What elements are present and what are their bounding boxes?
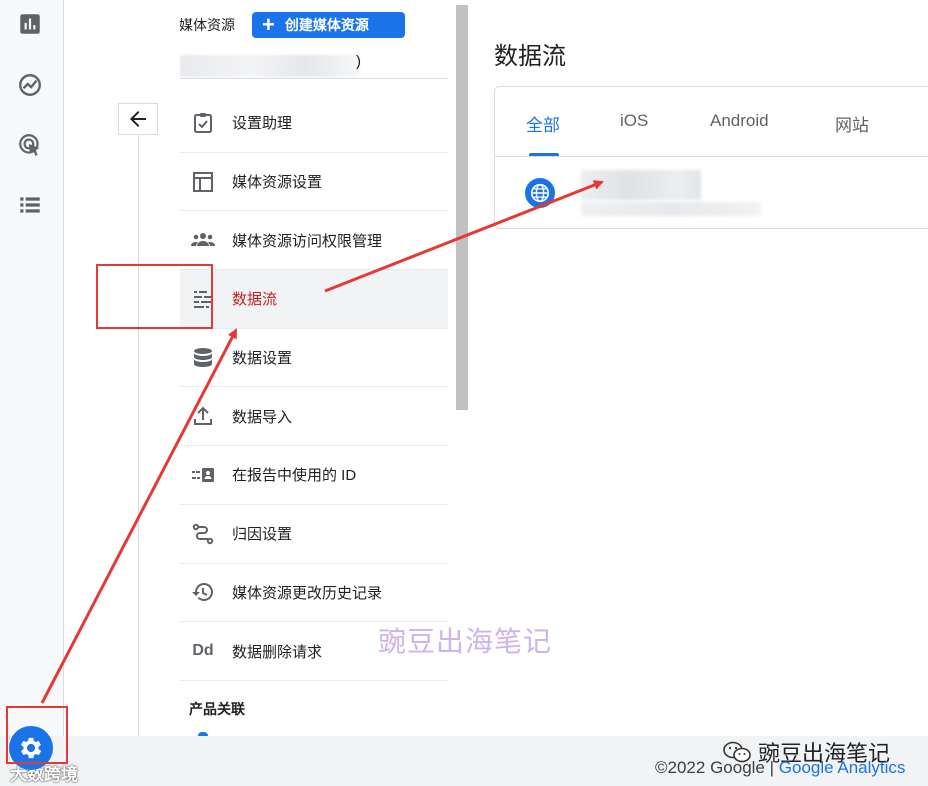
setup-assistant-icon [190, 110, 216, 136]
copyright-text: ©2022 Google [655, 758, 765, 777]
menu-item-data-import[interactable]: 数据导入 [180, 387, 448, 447]
menu-item-label: 数据设置 [232, 350, 293, 368]
tab-web[interactable]: 网站 [835, 111, 869, 136]
property-name-redacted[interactable] [180, 55, 360, 77]
copyright-separator: | [769, 758, 775, 777]
dd-icon: Dd [192, 642, 214, 660]
menu-item-data-streams[interactable]: 数据流 [180, 270, 448, 329]
menu-item-access-management[interactable]: 媒体资源访问权限管理 [180, 211, 448, 271]
attribution-icon [190, 521, 216, 547]
reporting-identity-icon [190, 462, 216, 488]
menu-item-data-settings[interactable]: 数据设置 [180, 329, 448, 388]
watermark: 豌豆出海笔记 [378, 626, 553, 657]
menu-item-change-history[interactable]: 媒体资源更改历史记录 [180, 564, 448, 623]
tab-android[interactable]: Android [710, 111, 769, 131]
stream-id-redacted [581, 202, 761, 216]
stream-name-redacted [581, 170, 701, 200]
globe-icon [525, 178, 555, 208]
divider [180, 78, 448, 79]
tree-line [138, 135, 139, 736]
menu-item-label: 归因设置 [232, 526, 293, 544]
menu-item-label: 在报告中使用的 ID [232, 467, 357, 485]
property-name-tail: ) [356, 53, 361, 70]
streams-card: 全部 iOS Android 网站 [494, 86, 928, 229]
copyright: ©2022 Google | Google Analytics [655, 758, 905, 778]
page-title: 数据流 [494, 43, 566, 70]
advertising-icon[interactable] [14, 129, 46, 161]
annotation-frame-admin [6, 706, 68, 764]
stream-row[interactable] [495, 158, 928, 229]
arrow-left-icon [130, 111, 146, 127]
stream-tabs: 全部 iOS Android 网站 [495, 87, 928, 157]
tab-ios[interactable]: iOS [620, 111, 648, 131]
rail-gap [64, 0, 94, 736]
upload-icon [190, 403, 216, 429]
ga-admin-screen: 媒体资源 + 创建媒体资源 ) 设置助理 媒体资源设置 媒体资源访问权限管理 数… [0, 0, 928, 786]
history-icon [190, 579, 216, 605]
create-property-button[interactable]: + 创建媒体资源 [252, 12, 405, 38]
menu-item-attribution[interactable]: 归因设置 [180, 505, 448, 564]
menu-item-label: 数据流 [232, 291, 278, 309]
plus-icon: + [262, 12, 275, 37]
menu-item-label: 媒体资源访问权限管理 [232, 232, 383, 250]
menu-item-label: 媒体资源更改历史记录 [232, 584, 383, 602]
menu-item-label: 数据导入 [232, 408, 293, 426]
property-label: 媒体资源 [179, 17, 235, 33]
database-icon [190, 345, 216, 371]
menu-item-label: 媒体资源设置 [232, 174, 323, 192]
configure-icon[interactable] [14, 189, 46, 221]
menu-item-label: 数据删除请求 [232, 643, 323, 661]
left-nav-rail [0, 0, 64, 786]
google-analytics-link[interactable]: Google Analytics [779, 758, 906, 777]
tab-all[interactable]: 全部 [526, 111, 560, 136]
explore-icon[interactable] [14, 69, 46, 101]
create-property-label: 创建媒体资源 [284, 17, 369, 33]
settings-menu: 设置助理 媒体资源设置 媒体资源访问权限管理 数据流 数据设置 数据导入 在报告… [180, 94, 448, 681]
annotation-frame-data-streams [96, 264, 213, 329]
property-settings-icon [190, 169, 216, 195]
menu-item-property-settings[interactable]: 媒体资源设置 [180, 153, 448, 212]
menu-item-setup-assistant[interactable]: 设置助理 [180, 94, 448, 153]
scrollbar-track [456, 410, 468, 736]
menu-item-reporting-identity[interactable]: 在报告中使用的 ID [180, 446, 448, 505]
menu-item-label: 设置助理 [232, 115, 293, 133]
back-button[interactable] [118, 103, 158, 135]
people-icon [190, 227, 216, 253]
section-label-product-links: 产品关联 [189, 701, 245, 717]
scrollbar-thumb[interactable] [456, 5, 468, 410]
reports-icon[interactable] [14, 8, 46, 40]
active-tab-indicator [529, 153, 559, 156]
